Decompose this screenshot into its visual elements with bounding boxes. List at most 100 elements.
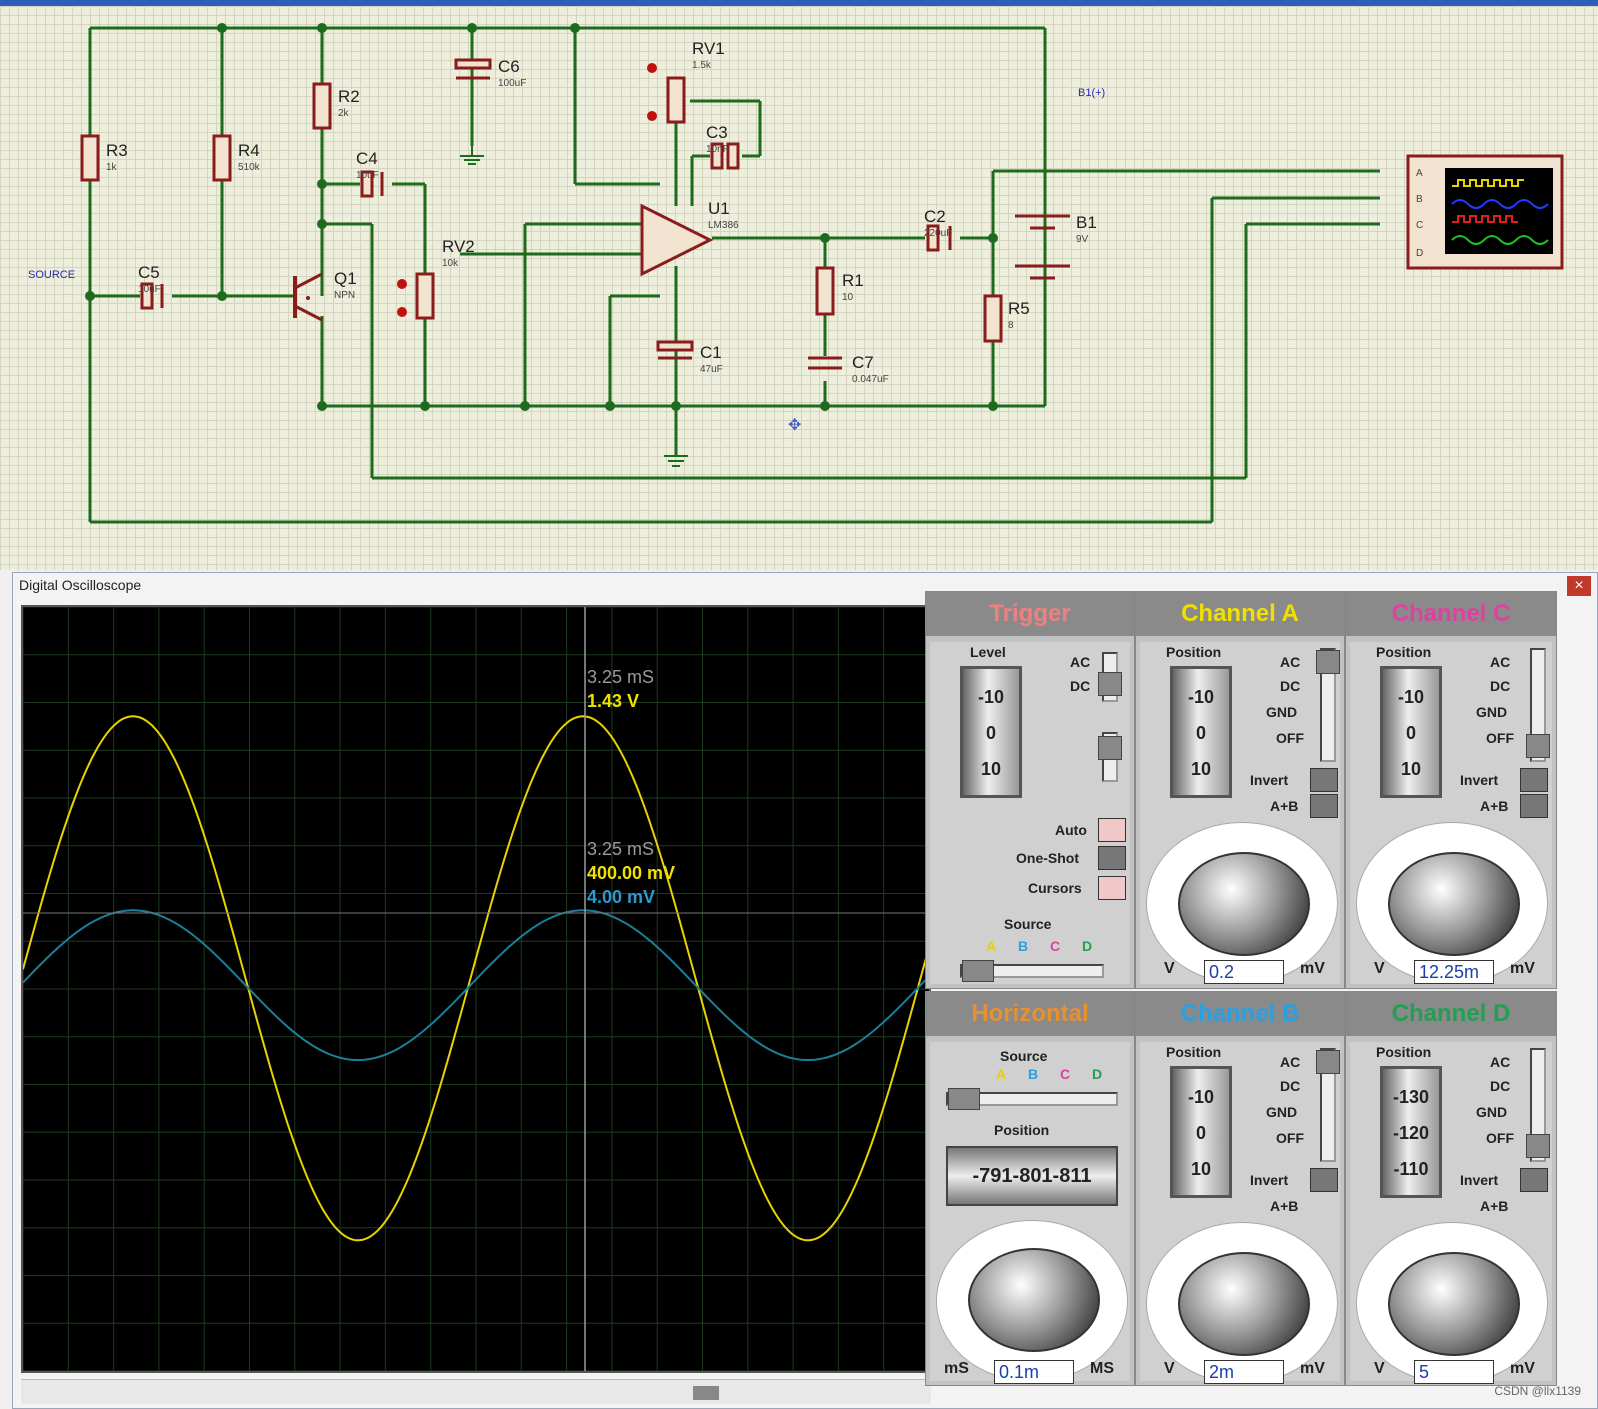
channel-d-scale-readout[interactable]: 5 xyxy=(1414,1360,1494,1384)
trigger-coupling-switch[interactable] xyxy=(1098,652,1122,702)
cursor2-value-b: 4.00 mV xyxy=(587,887,655,907)
channel-a-aplusb-button[interactable] xyxy=(1310,794,1338,818)
horizontal-source-label: Source xyxy=(1000,1048,1048,1064)
channel-b-title: Channel B xyxy=(1136,992,1344,1036)
trigger-oneshot-button[interactable] xyxy=(1098,846,1126,870)
schematic-canvas[interactable]: A B C D R3 1k R4 510k R2 2k C6 100uF C4 10uF RV1 1.5k C… xyxy=(0,0,1598,570)
component-value-c4: 10uF xyxy=(356,170,379,181)
channel-c-invert-button[interactable] xyxy=(1520,768,1548,792)
svg-text:A: A xyxy=(1416,168,1423,179)
channel-a-invert-button[interactable] xyxy=(1310,768,1338,792)
horizontal-title: Horizontal xyxy=(926,992,1134,1036)
channel-a-aplusb-label: A+B xyxy=(1270,798,1299,814)
channel-a-volts-knob[interactable] xyxy=(1178,852,1310,956)
cursor2-time: 3.25 mS xyxy=(587,839,654,859)
channel-d-volts-knob[interactable] xyxy=(1388,1252,1520,1356)
horizontal-position-drum[interactable]: -791-801-811 xyxy=(946,1146,1118,1206)
trigger-source-slider[interactable] xyxy=(960,960,1104,982)
channel-c-volts-knob[interactable] xyxy=(1388,852,1520,956)
channel-d-title: Channel D xyxy=(1346,992,1556,1036)
oscilloscope-window: Digital Oscilloscope × 3.25 mS 1.43 V 3.… xyxy=(12,572,1598,1409)
trigger-auto-button[interactable] xyxy=(1098,818,1126,842)
channel-d-aplusb-label: A+B xyxy=(1480,1198,1509,1214)
trigger-dc-label: DC xyxy=(1070,678,1091,694)
channel-b-coupling-slider[interactable] xyxy=(1316,1048,1340,1162)
horizontal-position-label: Position xyxy=(994,1122,1050,1138)
trigger-source-label: Source xyxy=(1004,916,1052,932)
channel-c-scale-readout[interactable]: 12.25m xyxy=(1414,960,1494,984)
channel-b-invert-button[interactable] xyxy=(1310,1168,1338,1192)
component-ref-b1: B1 xyxy=(1076,213,1097,232)
channel-c-panel: Channel C Position -10 0 10 AC DC GND OFF … xyxy=(1345,591,1557,989)
cursor2-value-a: 400.00 mV xyxy=(587,863,675,883)
svg-text:B: B xyxy=(1416,194,1423,205)
channel-b-volts-knob[interactable] xyxy=(1178,1252,1310,1356)
channel-a-position-drum[interactable]: -10 0 10 xyxy=(1170,666,1232,798)
channel-b-aplusb-label: A+B xyxy=(1270,1198,1299,1214)
component-ref-r2: R2 xyxy=(338,87,360,106)
component-ref-r3: R3 xyxy=(106,141,128,160)
horizontal-time-readout[interactable]: 0.1m xyxy=(994,1360,1074,1384)
watermark: CSDN @llx1139 xyxy=(1494,1384,1581,1398)
channel-d-invert-label: Invert xyxy=(1460,1172,1499,1188)
channel-a-scale-readout[interactable]: 0.2 xyxy=(1204,960,1284,984)
channel-c-aplusb-label: A+B xyxy=(1480,798,1509,814)
channel-a-invert-label: Invert xyxy=(1250,772,1289,788)
component-ref-u1: U1 xyxy=(708,199,730,218)
channel-d-position-label: Position xyxy=(1376,1044,1432,1060)
channel-c-title: Channel C xyxy=(1346,592,1556,636)
component-ref-r1: R1 xyxy=(842,271,864,290)
channel-b-position-label: Position xyxy=(1166,1044,1222,1060)
close-button[interactable]: × xyxy=(1567,576,1591,596)
window-title: Digital Oscilloscope xyxy=(19,577,142,593)
trigger-title: Trigger xyxy=(926,592,1134,636)
component-ref-rv1: RV1 xyxy=(692,39,725,58)
trigger-level-drum[interactable]: -10 0 10 xyxy=(960,666,1022,798)
channel-b-scale-readout[interactable]: 2m xyxy=(1204,1360,1284,1384)
horizontal-time-knob[interactable] xyxy=(968,1248,1100,1352)
channel-d-coupling-slider[interactable] xyxy=(1526,1048,1550,1162)
cursor1-value: 1.43 V xyxy=(587,691,639,711)
oscilloscope-instrument-icon: A B C D xyxy=(1406,154,1564,270)
component-ref-q1: Q1 xyxy=(334,269,357,288)
channel-b-panel: Channel B Position -10 0 10 AC DC GND OFF … xyxy=(1135,991,1345,1386)
probe-b1-label: B1(+) xyxy=(1078,87,1105,99)
trigger-cursors-button[interactable] xyxy=(1098,876,1126,900)
crosshair-cursor-icon: ✥ xyxy=(788,417,801,434)
horizontal-scrollbar[interactable] xyxy=(21,1379,931,1404)
component-value-c6: 100uF xyxy=(498,78,526,89)
component-value-r4: 510k xyxy=(238,162,261,173)
channel-c-coupling-slider[interactable] xyxy=(1526,648,1550,762)
horizontal-panel: Horizontal Source A B C D Position -791-… xyxy=(925,991,1135,1386)
component-value-c7: 0.047uF xyxy=(852,374,889,385)
component-value-r3: 1k xyxy=(106,162,118,173)
component-value-c5: 10uF xyxy=(138,284,161,295)
component-ref-c4: C4 xyxy=(356,149,378,168)
component-ref-c3: C3 xyxy=(706,123,728,142)
channel-d-invert-button[interactable] xyxy=(1520,1168,1548,1192)
channel-b-position-drum[interactable]: -10 0 10 xyxy=(1170,1066,1232,1198)
component-value-rv1: 1.5k xyxy=(692,60,712,71)
channel-c-position-label: Position xyxy=(1376,644,1432,660)
component-value-b1: 9V xyxy=(1076,234,1089,245)
cursor1-time: 3.25 mS xyxy=(587,667,654,687)
channel-c-position-drum[interactable]: -10 0 10 xyxy=(1380,666,1442,798)
component-value-c3: 10nF xyxy=(706,144,729,155)
channel-a-panel: Channel A Position -10 0 10 AC DC GND OFF … xyxy=(1135,591,1345,989)
component-value-q1: NPN xyxy=(334,290,355,301)
component-ref-rv2: RV2 xyxy=(442,237,475,256)
component-value-c1: 47uF xyxy=(700,364,723,375)
component-ref-c2: C2 xyxy=(924,207,946,226)
trigger-level-label: Level xyxy=(970,644,1006,660)
channel-a-coupling-slider[interactable] xyxy=(1316,648,1340,762)
scope-display[interactable]: 3.25 mS 1.43 V 3.25 mS 400.00 mV 4.00 mV xyxy=(21,605,931,1373)
channel-d-position-drum[interactable]: -130 -120 -110 xyxy=(1380,1066,1442,1198)
channel-c-aplusb-button[interactable] xyxy=(1520,794,1548,818)
component-value-c2: 220uF xyxy=(924,228,952,239)
trigger-edge-switch[interactable] xyxy=(1098,732,1122,782)
trigger-ac-label: AC xyxy=(1070,654,1091,670)
channel-a-title: Channel A xyxy=(1136,592,1344,636)
horizontal-source-slider[interactable] xyxy=(946,1088,1118,1110)
scroll-thumb[interactable] xyxy=(693,1386,719,1400)
component-ref-r4: R4 xyxy=(238,141,260,160)
